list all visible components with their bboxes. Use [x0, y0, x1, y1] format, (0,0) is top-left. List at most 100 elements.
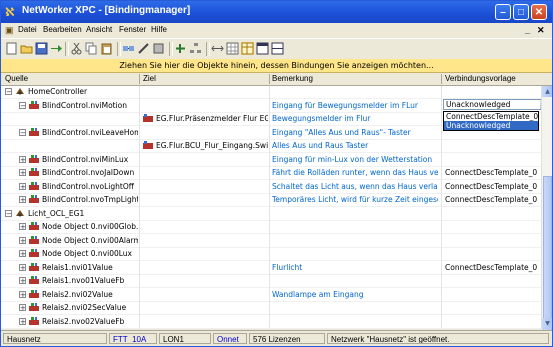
table-row[interactable]: + Relais1.nvo01ValueFb [1, 275, 541, 288]
column-template[interactable]: Verbindungsvorlage [445, 74, 516, 83]
template-cell[interactable]: ConnectDescTemplate_0 [445, 195, 540, 205]
status-mode-link[interactable]: Onnet [213, 333, 247, 344]
split-view-icon[interactable] [271, 42, 284, 55]
template-cell[interactable]: ConnectDescTemplate_0 [445, 168, 540, 178]
grid-line [269, 86, 270, 329]
collapse-icon[interactable]: − [19, 129, 26, 137]
source-cell: HomeController [28, 87, 88, 96]
menu-hilfe[interactable]: Hilfe [151, 25, 167, 34]
table-row[interactable]: + BlindControl.nviMinLux Eingang für min-L… [1, 154, 541, 167]
table-row[interactable]: − Licht_OCL_EG1 [1, 208, 541, 221]
window-icon[interactable] [256, 42, 269, 55]
mdi-doc-icon[interactable]: ▣ [5, 25, 14, 36]
column-divider[interactable] [139, 74, 140, 84]
table-row[interactable]: − HomeController [1, 86, 541, 99]
device-icon[interactable] [152, 42, 165, 55]
close-button[interactable]: ✕ [531, 4, 547, 20]
template-dropdown[interactable]: Unacknowledged ▼ [443, 99, 551, 110]
mdi-minimize-button[interactable]: _ [525, 25, 530, 35]
row-divider [1, 328, 541, 329]
expand-icon[interactable]: + [19, 237, 26, 245]
arrow-right-icon[interactable] [50, 42, 63, 55]
table-row[interactable]: + BlindControl.nvoTmpLight Temporäres Lich… [1, 194, 541, 207]
scroll-thumb[interactable] [543, 176, 552, 336]
collapse-icon[interactable]: − [19, 102, 26, 110]
source-cell: Node Object 0.nvi00Glob... [42, 222, 138, 231]
table-row[interactable]: + Relais1.nvi01Value Flurlicht ConnectDescT… [1, 262, 541, 275]
title-bar[interactable]: ℵ NetWorker XPC - [Bindingmanager] – □ ✕ [1, 1, 552, 23]
binding-icon [29, 195, 39, 203]
cut-icon[interactable] [70, 42, 83, 55]
vertical-scrollbar[interactable]: ▲ ▼ [541, 86, 552, 336]
drop-hint-banner[interactable]: Ziehen Sie hier die Objekte hinein, dess… [1, 59, 552, 73]
row-divider [1, 287, 541, 288]
expand-icon[interactable]: + [19, 291, 26, 299]
minimize-button[interactable]: – [495, 4, 511, 20]
binding-tool-icon[interactable] [137, 42, 150, 55]
expand-icon[interactable]: + [19, 304, 26, 312]
template-cell[interactable]: ConnectDescTemplate_0 [445, 263, 540, 273]
dropdown-option-selected[interactable]: Unacknowledged [444, 121, 538, 130]
menu-fenster[interactable]: Fenster [119, 25, 146, 34]
column-remark[interactable]: Bemerkung [272, 74, 313, 83]
menu-ansicht[interactable]: Ansicht [86, 25, 112, 34]
column-source[interactable]: Quelle [5, 74, 28, 83]
expand-icon[interactable]: + [19, 223, 26, 231]
network-icon[interactable] [122, 42, 135, 55]
dropdown-option[interactable]: ConnectDescTemplate_0 [444, 112, 538, 121]
source-cell: Relais1.nvi01Value [42, 263, 113, 272]
table-row[interactable]: + BlindControl.nvoJalDown Fährt die Rolläd… [1, 167, 541, 180]
new-file-icon[interactable] [5, 42, 18, 55]
menu-datei[interactable]: Datei [18, 25, 37, 34]
table-row[interactable]: + Relais2.nvi02SecValue [1, 302, 541, 315]
expand-icon[interactable]: + [19, 264, 26, 272]
open-folder-icon[interactable] [20, 42, 33, 55]
table-view-icon[interactable] [241, 42, 254, 55]
expand-icon[interactable]: + [19, 169, 26, 177]
table-row[interactable]: EG.Flur.BCU_Flur_Eingang.Switc... Alles A… [1, 140, 541, 153]
table-row[interactable]: + Relais2.nvi02Value Wandlampe am Eingang [1, 289, 541, 302]
column-header: Quelle Ziel Bemerkung Verbindungsvorlage [1, 73, 552, 86]
arrows-icon[interactable] [211, 42, 224, 55]
add-node-icon[interactable] [174, 42, 187, 55]
column-target[interactable]: Ziel [143, 74, 156, 83]
table-row[interactable]: + Node Object 0.nvi00Glob... [1, 221, 541, 234]
table-row[interactable]: + Node Object 0.nvi00Alarm [1, 235, 541, 248]
remark-cell: Wandlampe am Eingang [272, 290, 364, 299]
row-divider [1, 152, 541, 153]
table-row[interactable]: + Node Object 0.nvi00Lux [1, 248, 541, 261]
source-cell: Relais2.nvi02Value [42, 290, 113, 299]
table-row[interactable]: + Relais2.nvo02ValueFb [1, 316, 541, 329]
column-divider[interactable] [441, 74, 442, 84]
grid-line [139, 86, 140, 329]
grid-view-icon[interactable] [226, 42, 239, 55]
collapse-icon[interactable]: − [5, 88, 12, 96]
expand-icon[interactable]: + [19, 277, 26, 285]
hierarchy-icon[interactable] [189, 42, 202, 55]
scroll-down-icon[interactable]: ▼ [542, 318, 552, 329]
scroll-up-icon[interactable]: ▲ [542, 86, 552, 97]
row-divider [1, 260, 541, 261]
binding-icon [29, 303, 39, 311]
expand-icon[interactable]: + [19, 318, 26, 326]
expand-icon[interactable]: + [19, 156, 26, 164]
copy-icon[interactable] [85, 42, 98, 55]
source-cell: BlindControl.nvoLightOff [42, 182, 134, 191]
binding-icon [29, 317, 39, 325]
binding-icon [29, 276, 39, 284]
mdi-close-button[interactable]: ✕ [537, 25, 545, 36]
paste-icon[interactable] [100, 42, 113, 55]
expand-icon[interactable]: + [19, 196, 26, 204]
expand-icon[interactable]: + [19, 250, 26, 258]
maximize-button[interactable]: □ [513, 4, 529, 20]
table-row[interactable]: + BlindControl.nvoLightOff Schaltet das Li… [1, 181, 541, 194]
menu-bearbeiten[interactable]: Bearbeiten [43, 25, 82, 34]
column-divider[interactable] [269, 74, 270, 84]
binding-icon [29, 290, 39, 298]
template-cell[interactable]: ConnectDescTemplate_0 [445, 182, 540, 192]
status-ft-link[interactable]: FTT_10A [109, 333, 157, 344]
save-icon[interactable] [35, 42, 48, 55]
binding-icon [29, 182, 39, 190]
expand-icon[interactable]: + [19, 183, 26, 191]
collapse-icon[interactable]: − [5, 210, 12, 218]
